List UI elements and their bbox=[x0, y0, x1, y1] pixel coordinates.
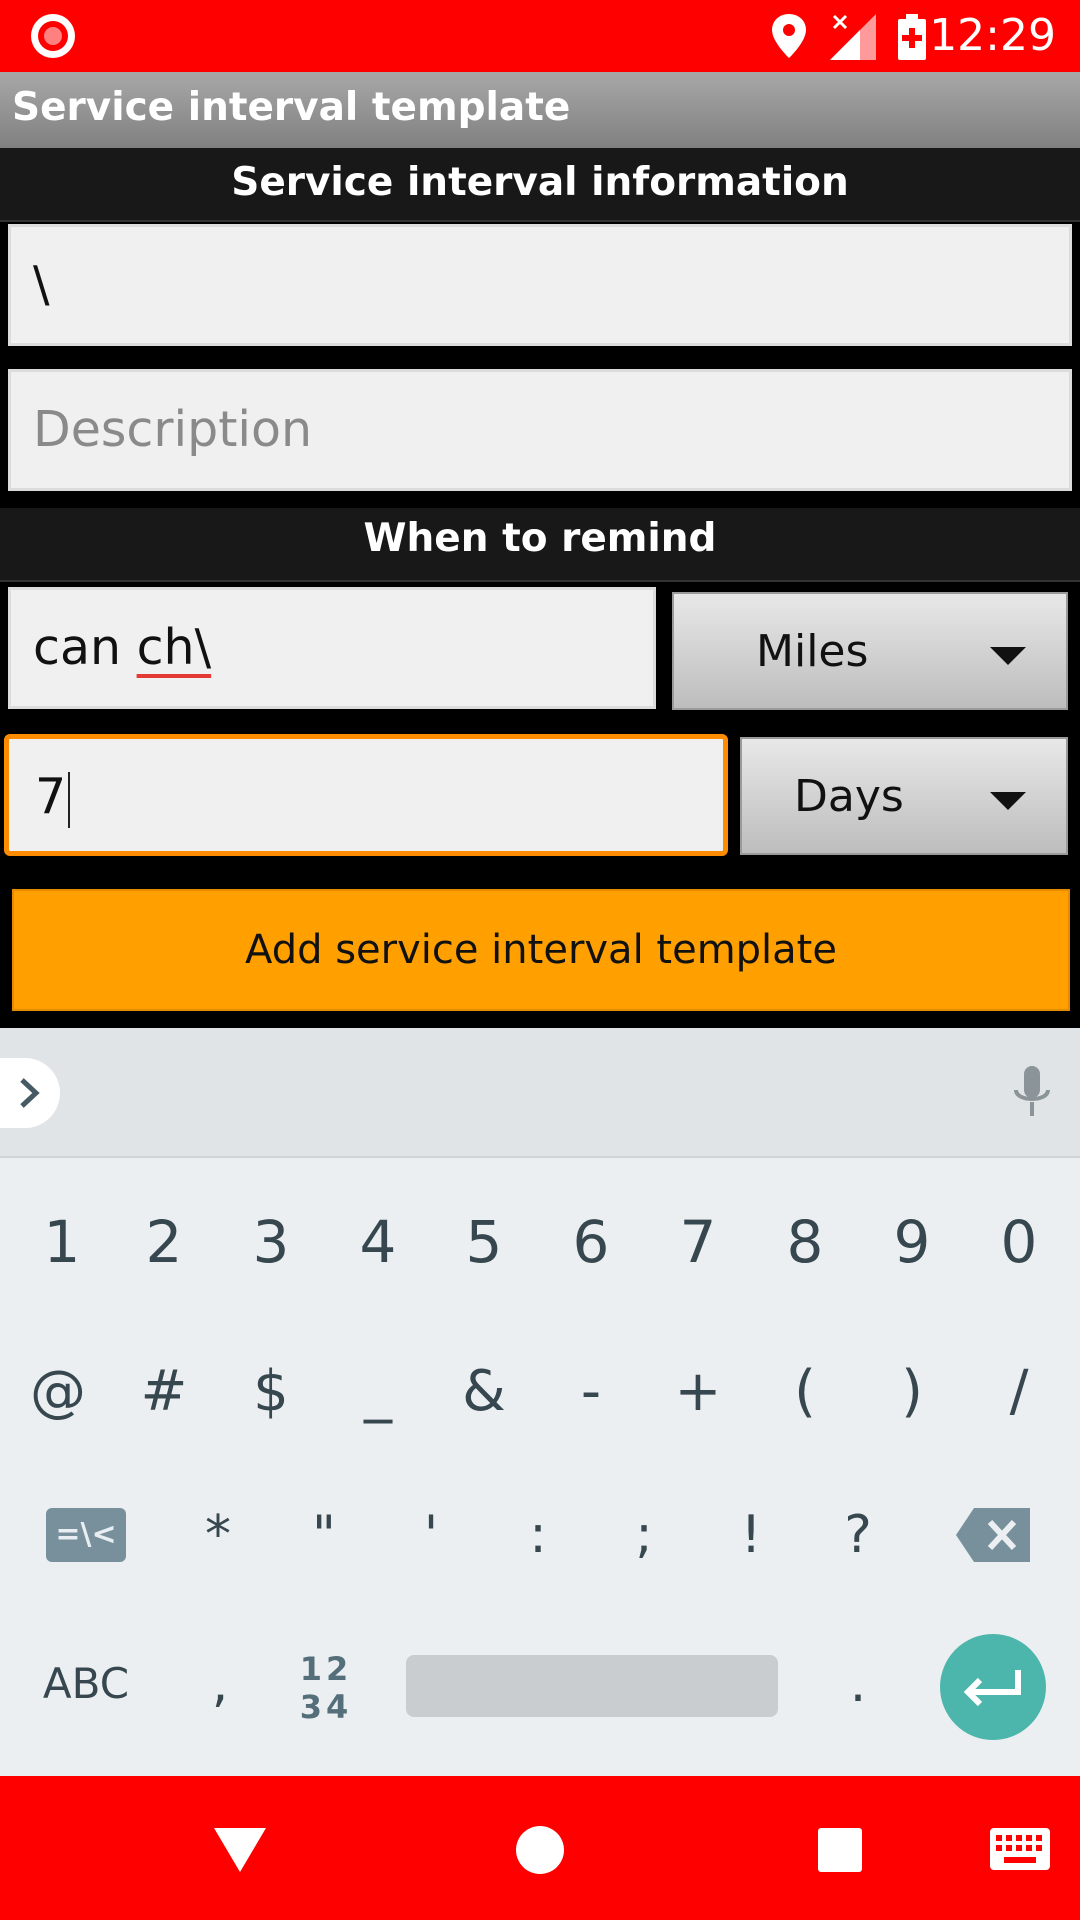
battery-charging-icon bbox=[898, 14, 926, 60]
microphone-icon[interactable] bbox=[1012, 1066, 1052, 1122]
key-6[interactable]: 6 bbox=[543, 1192, 639, 1292]
record-icon bbox=[31, 14, 75, 58]
key-open-paren[interactable]: ( bbox=[757, 1342, 853, 1442]
key-semicolon[interactable]: ; bbox=[596, 1485, 692, 1585]
key-asterisk[interactable]: * bbox=[170, 1485, 266, 1585]
key-dollar[interactable]: $ bbox=[223, 1342, 319, 1442]
description-placeholder: Description bbox=[33, 401, 313, 458]
miles-unit-dropdown[interactable]: Miles bbox=[672, 592, 1068, 710]
signal-icon bbox=[830, 14, 876, 60]
key-double-quote[interactable]: " bbox=[276, 1485, 372, 1585]
text-cursor bbox=[68, 771, 71, 828]
numpad-key[interactable]: 12 34 bbox=[290, 1650, 362, 1726]
home-icon[interactable] bbox=[516, 1826, 564, 1874]
numpad-label-bottom: 34 bbox=[299, 1688, 353, 1726]
key-3[interactable]: 3 bbox=[223, 1192, 319, 1292]
days-unit-dropdown[interactable]: Days bbox=[740, 737, 1068, 855]
name-field[interactable]: \ bbox=[8, 224, 1072, 346]
misspelled-word: ch\ bbox=[136, 619, 212, 676]
enter-icon bbox=[963, 1670, 1021, 1707]
section-header-remind: When to remind bbox=[0, 508, 1080, 582]
key-ampersand[interactable]: & bbox=[436, 1342, 532, 1442]
key-slash[interactable]: / bbox=[971, 1342, 1067, 1442]
key-7[interactable]: 7 bbox=[650, 1192, 746, 1292]
recents-icon[interactable] bbox=[818, 1828, 862, 1872]
key-exclamation[interactable]: ! bbox=[703, 1485, 799, 1585]
back-icon[interactable] bbox=[214, 1828, 266, 1872]
add-template-button[interactable]: Add service interval template bbox=[12, 889, 1070, 1011]
key-comma[interactable]: , bbox=[172, 1634, 268, 1734]
miles-interval-field[interactable]: can ch\ bbox=[8, 587, 656, 709]
suggestion-strip bbox=[0, 1028, 1080, 1158]
status-bar: 12:29 bbox=[0, 0, 1080, 72]
page-title: Service interval template bbox=[12, 85, 571, 130]
key-minus[interactable]: - bbox=[543, 1342, 639, 1442]
space-key[interactable] bbox=[406, 1655, 778, 1717]
keyboard-icon[interactable] bbox=[990, 1828, 1050, 1870]
miles-field-value: can bbox=[33, 619, 137, 676]
key-1[interactable]: 1 bbox=[14, 1192, 110, 1292]
key-5[interactable]: 5 bbox=[436, 1192, 532, 1292]
key-colon[interactable]: : bbox=[490, 1485, 586, 1585]
dropdown-arrow-icon bbox=[990, 792, 1026, 810]
key-single-quote[interactable]: ' bbox=[383, 1485, 479, 1585]
clock: 12:29 bbox=[929, 10, 1056, 61]
more-symbols-key[interactable]: =\< bbox=[46, 1508, 126, 1562]
key-8[interactable]: 8 bbox=[757, 1192, 853, 1292]
numpad-label-top: 12 bbox=[299, 1650, 353, 1688]
miles-unit-label: Miles bbox=[756, 626, 869, 677]
key-underscore[interactable]: _ bbox=[330, 1342, 426, 1442]
chevron-right-icon bbox=[20, 1078, 40, 1108]
key-close-paren[interactable]: ) bbox=[864, 1342, 960, 1442]
dropdown-arrow-icon bbox=[990, 647, 1026, 665]
days-unit-label: Days bbox=[794, 771, 904, 822]
action-bar: Service interval template bbox=[0, 72, 1080, 148]
days-interval-field[interactable]: 7 bbox=[4, 734, 728, 856]
name-field-value: \ bbox=[33, 256, 50, 313]
description-field[interactable]: Description bbox=[8, 369, 1072, 491]
key-question[interactable]: ? bbox=[810, 1485, 906, 1585]
key-at[interactable]: @ bbox=[10, 1342, 106, 1442]
expand-toolbar-button[interactable] bbox=[0, 1058, 60, 1128]
navigation-bar bbox=[0, 1776, 1080, 1920]
enter-key[interactable] bbox=[940, 1634, 1046, 1740]
key-9[interactable]: 9 bbox=[864, 1192, 960, 1292]
key-2[interactable]: 2 bbox=[116, 1192, 212, 1292]
key-plus[interactable]: + bbox=[650, 1342, 746, 1442]
abc-key[interactable]: ABC bbox=[30, 1634, 142, 1734]
key-period[interactable]: . bbox=[810, 1634, 906, 1734]
days-field-value: 7 bbox=[35, 768, 67, 825]
key-hash[interactable]: # bbox=[116, 1342, 212, 1442]
key-4[interactable]: 4 bbox=[330, 1192, 426, 1292]
key-0[interactable]: 0 bbox=[971, 1192, 1067, 1292]
section-header-info: Service interval information bbox=[0, 148, 1080, 222]
backspace-icon[interactable] bbox=[956, 1508, 1030, 1562]
location-icon bbox=[772, 14, 806, 58]
